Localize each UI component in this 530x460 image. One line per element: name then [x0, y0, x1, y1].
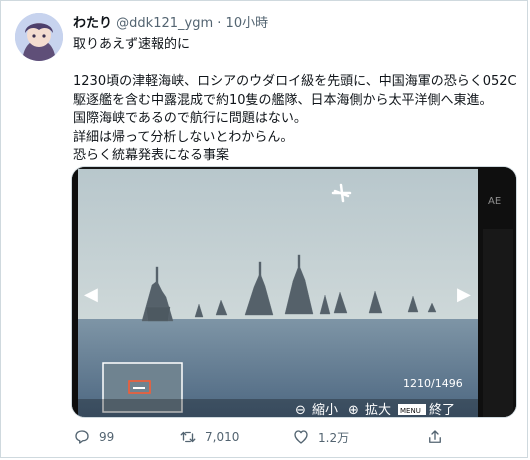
retweet-icon [180, 431, 196, 443]
reply-count: 99 [99, 430, 115, 444]
display-name[interactable]: わたり [73, 16, 112, 31]
share-icon [429, 430, 441, 443]
retweet-button[interactable]: 7,010 [179, 426, 239, 448]
tweet-line: 取りあえず速報的に [73, 37, 191, 52]
left-arrow-icon: ◀ [84, 284, 98, 305]
label-zoom-out: 縮小 [312, 402, 338, 418]
avatar[interactable] [15, 13, 63, 61]
zoom-out-icon: ⊖ [295, 403, 306, 418]
timestamp[interactable]: 10小時 [226, 16, 269, 31]
tweet-line: 駆逐艦を含む中露混成で約10隻の艦隊、日本海側から太平洋側へ東進。 [73, 92, 493, 108]
retweet-count: 7,010 [205, 430, 240, 444]
heart-icon [294, 430, 308, 444]
right-arrow-icon: ▶ [457, 284, 471, 305]
zoom-in-icon: ⊕ [348, 403, 359, 418]
avatar-image [15, 13, 63, 61]
camera-screen-photo: AE ◀ ▶ 1210/1496 ⊖ 縮小 ⊕ 拡大 MENU 終了 [72, 167, 516, 418]
tweet-line: 国際海峡であるので航行に問題はない。 [73, 111, 307, 126]
like-count: 1.2万 [318, 430, 350, 445]
camera-bottom-bar: ⊖ 縮小 ⊕ 拡大 MENU 終了 [78, 399, 478, 418]
tweet-header: わたり @ddk121_ygm · 10小時 [73, 12, 268, 31]
dot-separator: · [217, 16, 222, 31]
frame-counter: 1210/1496 [403, 377, 463, 390]
user-handle[interactable]: @ddk121_ygm [116, 16, 213, 31]
tweet-card[interactable]: わたり @ddk121_ygm · 10小時 取りあえず速報的に 1230頃の津… [0, 0, 528, 458]
tweet-line: 1230頃の津軽海峡、ロシアのウダロイ級を先頭に、中国海軍の恐らく052C [73, 74, 517, 89]
like-button[interactable]: 1.2万 [292, 426, 349, 448]
label-zoom-in: 拡大 [365, 403, 391, 418]
reply-icon [75, 430, 89, 444]
tweet-photo[interactable]: AE ◀ ▶ 1210/1496 ⊖ 縮小 ⊕ 拡大 MENU 終了 [71, 166, 517, 418]
tweet-text: 取りあえず速報的に 1230頃の津軽海峡、ロシアのウダロイ級を先頭に、中国海軍の… [73, 36, 518, 166]
label-exit: 終了 [429, 402, 455, 418]
action-bar: 99 7,010 1.2万 [73, 426, 513, 450]
menu-badge: MENU [400, 407, 421, 415]
tweet-line: 詳細は帰って分析しないとわからん。 [73, 129, 294, 145]
tweet-line: 恐らく統幕発表になる事案 [73, 148, 230, 163]
camera-side-letter: AE [488, 196, 501, 207]
reply-button[interactable]: 99 [73, 426, 114, 448]
share-button[interactable] [426, 426, 444, 448]
tweet-line [73, 55, 518, 74]
